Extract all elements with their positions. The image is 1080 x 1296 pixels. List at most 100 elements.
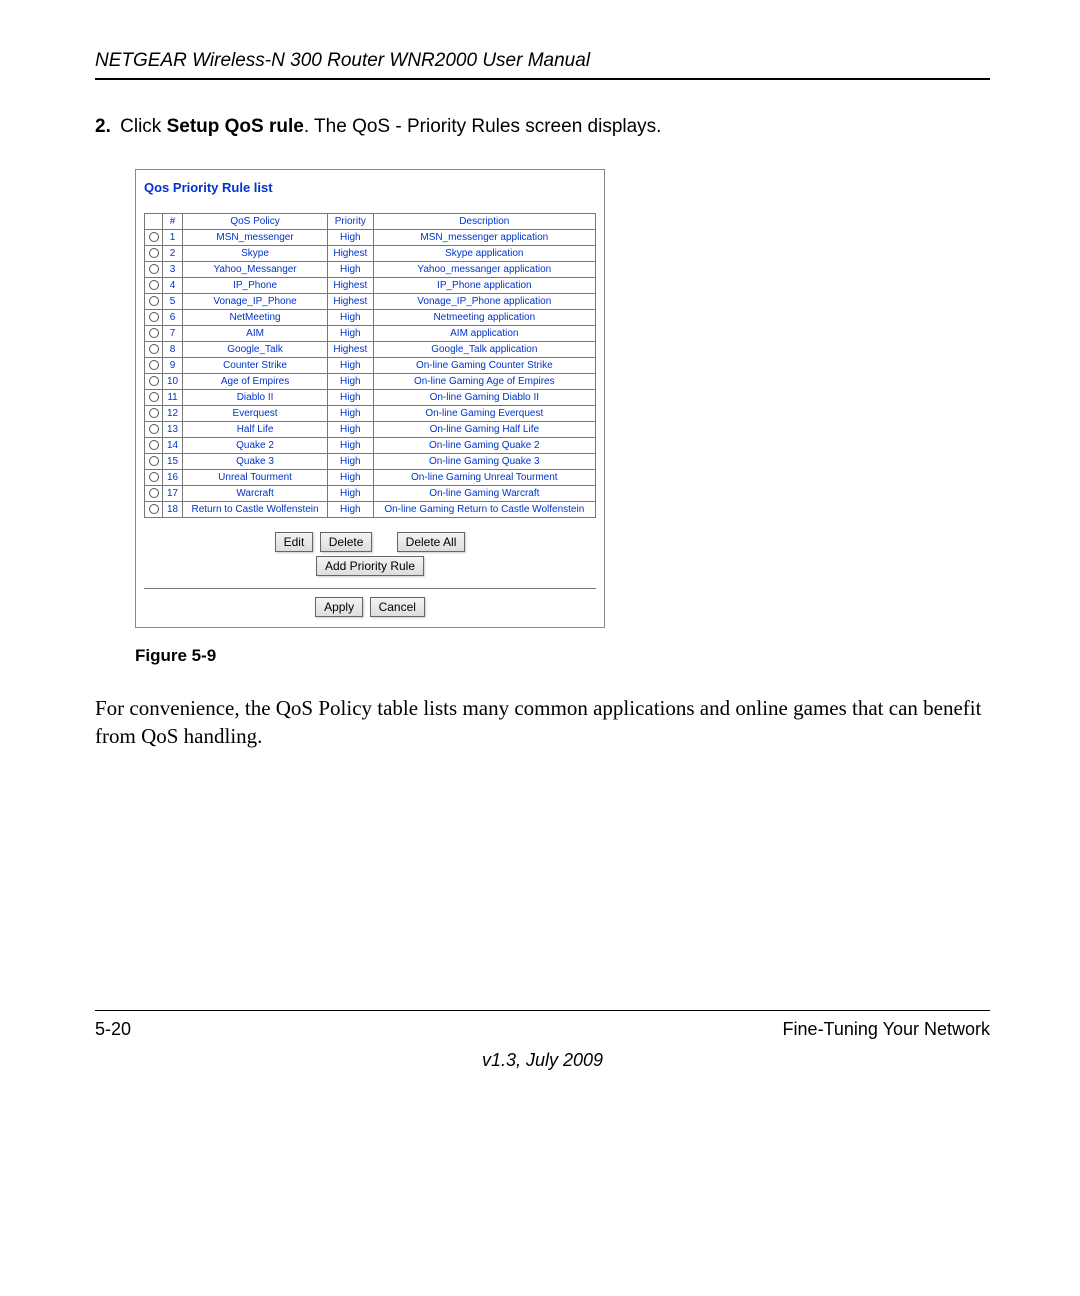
row-number: 11 [163, 389, 183, 405]
row-radio-cell[interactable] [145, 389, 163, 405]
row-radio-cell[interactable] [145, 485, 163, 501]
row-priority: High [327, 389, 373, 405]
footer-page-number: 5-20 [95, 1019, 131, 1040]
row-number: 7 [163, 325, 183, 341]
table-row: 7AIMHighAIM application [145, 325, 596, 341]
radio-icon[interactable] [149, 248, 159, 258]
table-row: 10Age of EmpiresHighOn-line Gaming Age o… [145, 373, 596, 389]
row-description: Yahoo_messanger application [373, 261, 595, 277]
table-row: 13Half LifeHighOn-line Gaming Half Life [145, 421, 596, 437]
table-row: 5Vonage_IP_PhoneHighestVonage_IP_Phone a… [145, 293, 596, 309]
table-row: 14Quake 2HighOn-line Gaming Quake 2 [145, 437, 596, 453]
footer-version: v1.3, July 2009 [95, 1050, 990, 1071]
row-description: On-line Gaming Quake 3 [373, 453, 595, 469]
row-number: 5 [163, 293, 183, 309]
row-radio-cell[interactable] [145, 309, 163, 325]
radio-icon[interactable] [149, 232, 159, 242]
body-paragraph: For convenience, the QoS Policy table li… [95, 694, 990, 751]
col-num: # [163, 213, 183, 229]
row-priority: High [327, 309, 373, 325]
row-priority: Highest [327, 341, 373, 357]
row-number: 1 [163, 229, 183, 245]
radio-icon[interactable] [149, 264, 159, 274]
row-number: 15 [163, 453, 183, 469]
row-description: On-line Gaming Diablo II [373, 389, 595, 405]
row-description: On-line Gaming Quake 2 [373, 437, 595, 453]
cancel-button[interactable]: Cancel [370, 597, 425, 617]
table-row: 1MSN_messengerHighMSN_messenger applicat… [145, 229, 596, 245]
row-description: On-line Gaming Half Life [373, 421, 595, 437]
row-radio-cell[interactable] [145, 453, 163, 469]
radio-icon[interactable] [149, 456, 159, 466]
radio-icon[interactable] [149, 328, 159, 338]
radio-icon[interactable] [149, 344, 159, 354]
row-policy: Quake 3 [183, 453, 328, 469]
row-radio-cell[interactable] [145, 341, 163, 357]
row-policy: Warcraft [183, 485, 328, 501]
add-priority-rule-button[interactable]: Add Priority Rule [316, 556, 424, 576]
delete-button[interactable]: Delete [320, 532, 373, 552]
row-radio-cell[interactable] [145, 373, 163, 389]
radio-icon[interactable] [149, 312, 159, 322]
row-policy: Skype [183, 245, 328, 261]
table-row: 8Google_TalkHighestGoogle_Talk applicati… [145, 341, 596, 357]
row-radio-cell[interactable] [145, 421, 163, 437]
row-radio-cell[interactable] [145, 357, 163, 373]
table-row: 6NetMeetingHighNetmeeting application [145, 309, 596, 325]
step-text-rest: . The QoS - Priority Rules screen displa… [304, 116, 662, 137]
step-text-bold: Setup QoS rule [167, 116, 304, 137]
figure-label: Figure 5-9 [135, 646, 990, 666]
page-footer: 5-20 Fine-Tuning Your Network [95, 1010, 990, 1040]
table-row: 2SkypeHighestSkype application [145, 245, 596, 261]
radio-icon[interactable] [149, 424, 159, 434]
table-row: 3Yahoo_MessangerHighYahoo_messanger appl… [145, 261, 596, 277]
row-number: 14 [163, 437, 183, 453]
row-radio-cell[interactable] [145, 293, 163, 309]
radio-icon[interactable] [149, 472, 159, 482]
row-radio-cell[interactable] [145, 325, 163, 341]
table-header-row: # QoS Policy Priority Description [145, 213, 596, 229]
row-description: On-line Gaming Counter Strike [373, 357, 595, 373]
row-number: 2 [163, 245, 183, 261]
row-priority: High [327, 261, 373, 277]
row-radio-cell[interactable] [145, 437, 163, 453]
radio-icon[interactable] [149, 504, 159, 514]
table-row: 11Diablo IIHighOn-line Gaming Diablo II [145, 389, 596, 405]
row-policy: Half Life [183, 421, 328, 437]
radio-icon[interactable] [149, 392, 159, 402]
row-description: IP_Phone application [373, 277, 595, 293]
radio-icon[interactable] [149, 488, 159, 498]
table-row: 4IP_PhoneHighestIP_Phone application [145, 277, 596, 293]
row-policy: AIM [183, 325, 328, 341]
row-number: 9 [163, 357, 183, 373]
row-priority: High [327, 453, 373, 469]
row-policy: Age of Empires [183, 373, 328, 389]
radio-icon[interactable] [149, 280, 159, 290]
row-priority: High [327, 421, 373, 437]
delete-all-button[interactable]: Delete All [397, 532, 466, 552]
button-row-1: Edit Delete Delete All [144, 532, 596, 552]
edit-button[interactable]: Edit [275, 532, 314, 552]
row-radio-cell[interactable] [145, 405, 163, 421]
radio-icon[interactable] [149, 376, 159, 386]
row-radio-cell[interactable] [145, 245, 163, 261]
radio-icon[interactable] [149, 440, 159, 450]
row-radio-cell[interactable] [145, 277, 163, 293]
radio-icon[interactable] [149, 360, 159, 370]
row-description: Google_Talk application [373, 341, 595, 357]
row-description: On-line Gaming Warcraft [373, 485, 595, 501]
radio-icon[interactable] [149, 408, 159, 418]
col-policy: QoS Policy [183, 213, 328, 229]
row-radio-cell[interactable] [145, 229, 163, 245]
table-row: 17WarcraftHighOn-line Gaming Warcraft [145, 485, 596, 501]
radio-icon[interactable] [149, 296, 159, 306]
row-radio-cell[interactable] [145, 469, 163, 485]
row-priority: Highest [327, 245, 373, 261]
apply-button[interactable]: Apply [315, 597, 363, 617]
row-number: 17 [163, 485, 183, 501]
row-number: 3 [163, 261, 183, 277]
row-radio-cell[interactable] [145, 501, 163, 517]
row-description: Netmeeting application [373, 309, 595, 325]
row-radio-cell[interactable] [145, 261, 163, 277]
row-policy: IP_Phone [183, 277, 328, 293]
